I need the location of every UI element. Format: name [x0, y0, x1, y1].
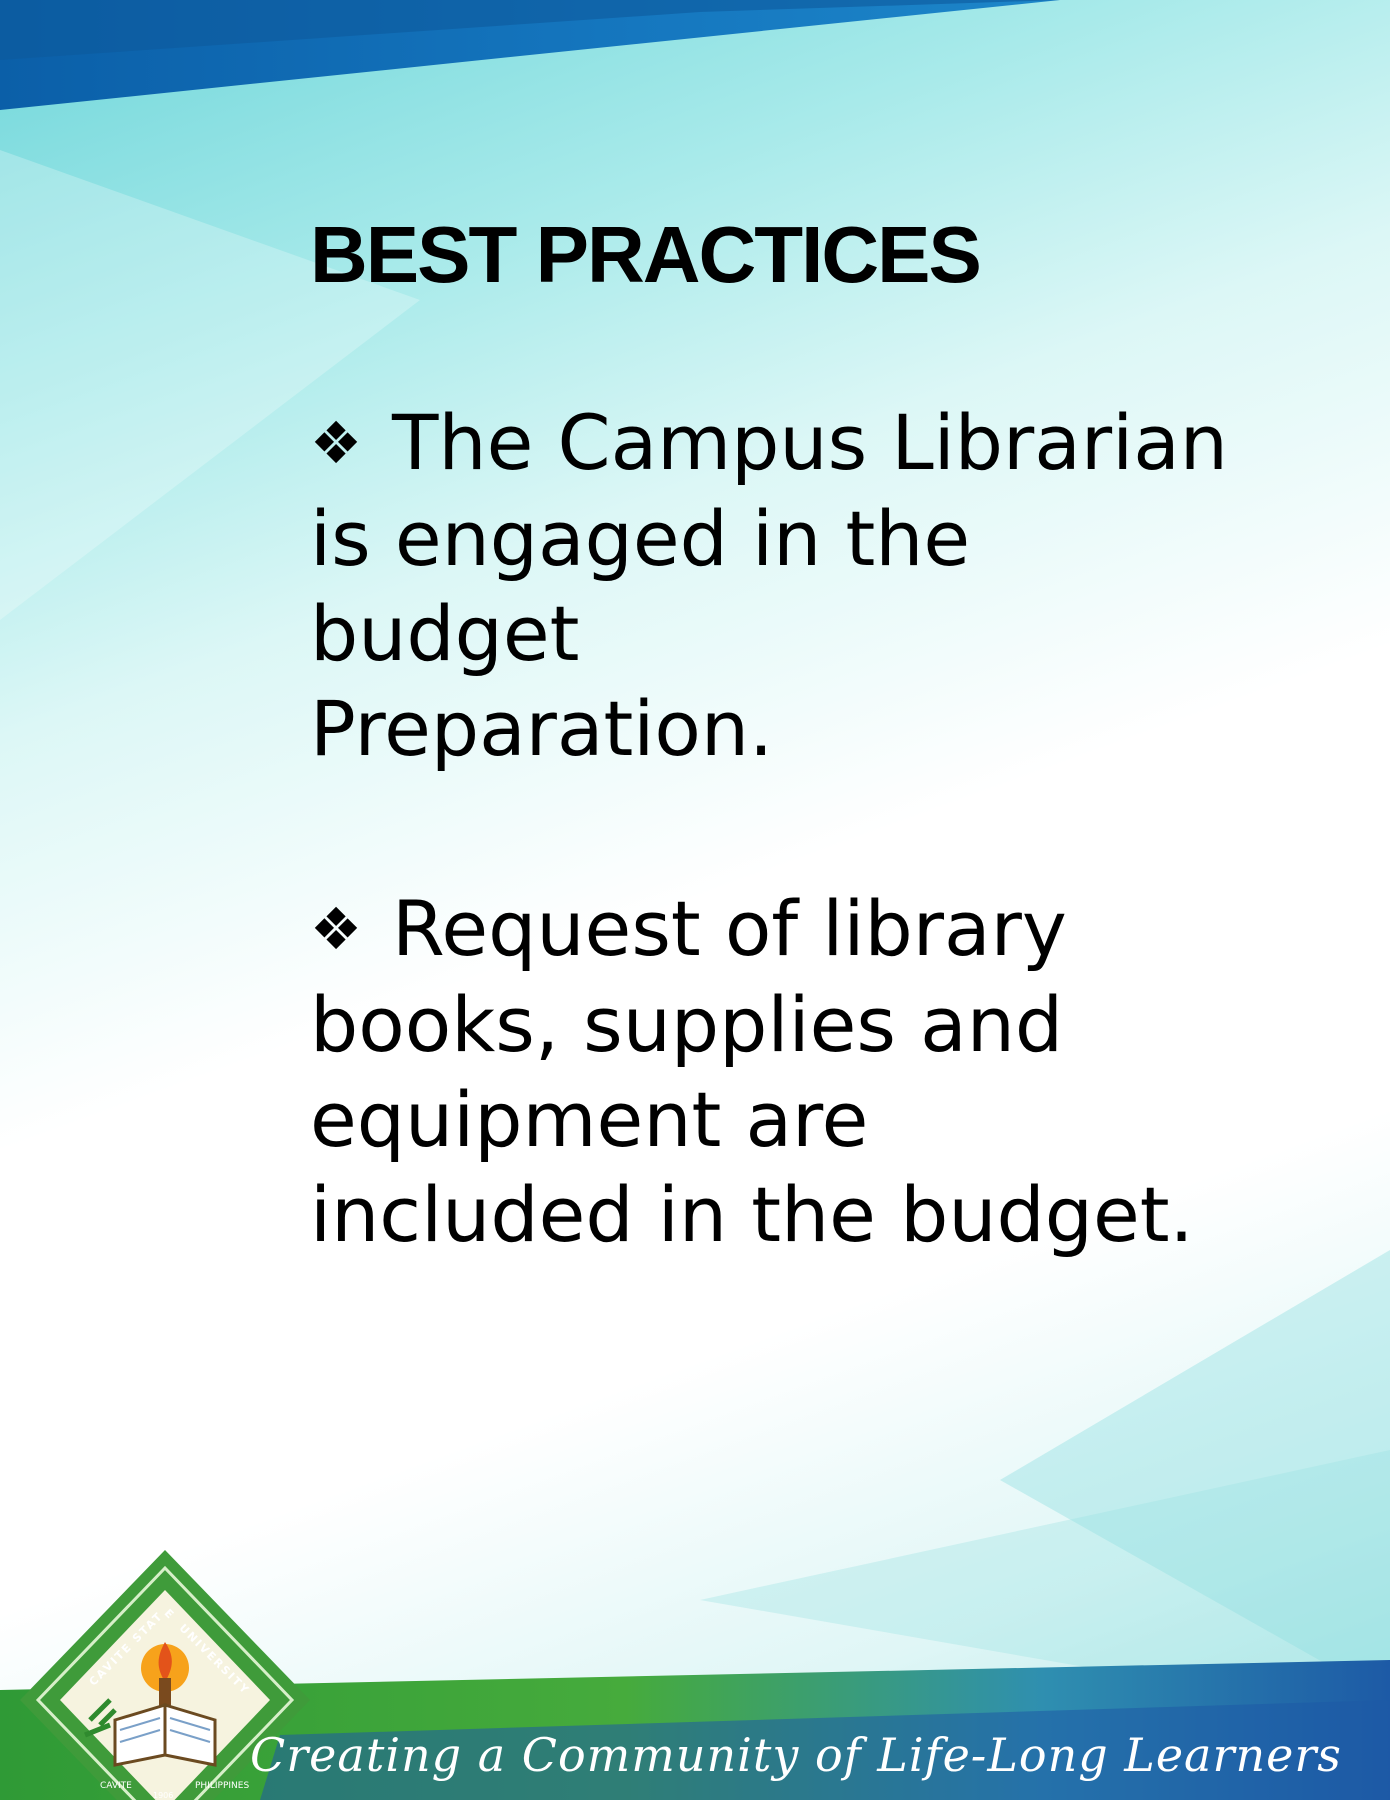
bullet-line: Preparation. — [310, 684, 774, 773]
slide-title: BEST PRACTICES — [310, 210, 982, 299]
bullet-item-budget-engagement: ❖ The Campus Librarian is engaged in the … — [310, 395, 1300, 776]
bullet-line: Request of library — [392, 884, 1067, 973]
bullet-item-budget-requests: ❖ Request of library books, supplies and … — [310, 881, 1300, 1262]
seal-text-bottom-left: CAVITE — [100, 1781, 132, 1791]
footer-tagline: Creating a Community of Life-Long Learne… — [250, 1728, 1342, 1782]
bullet-line: The Campus Librarian — [392, 398, 1228, 487]
slide-content: BEST PRACTICES ❖ The Campus Librarian is … — [310, 215, 1310, 1262]
diamond-bullet-icon: ❖ — [310, 895, 362, 963]
diamond-bullet-icon: ❖ — [310, 409, 362, 477]
seal-year: 1906 — [153, 1791, 173, 1800]
bullet-line: budget — [310, 589, 580, 678]
bullet-line: is engaged in the — [310, 494, 971, 583]
bullet-line: included in the budget. — [310, 1170, 1194, 1259]
bullet-line: equipment are — [310, 1075, 869, 1164]
seal-text-bottom-right: PHILIPPINES — [195, 1781, 249, 1791]
bullet-line: books, supplies and — [310, 980, 1064, 1069]
